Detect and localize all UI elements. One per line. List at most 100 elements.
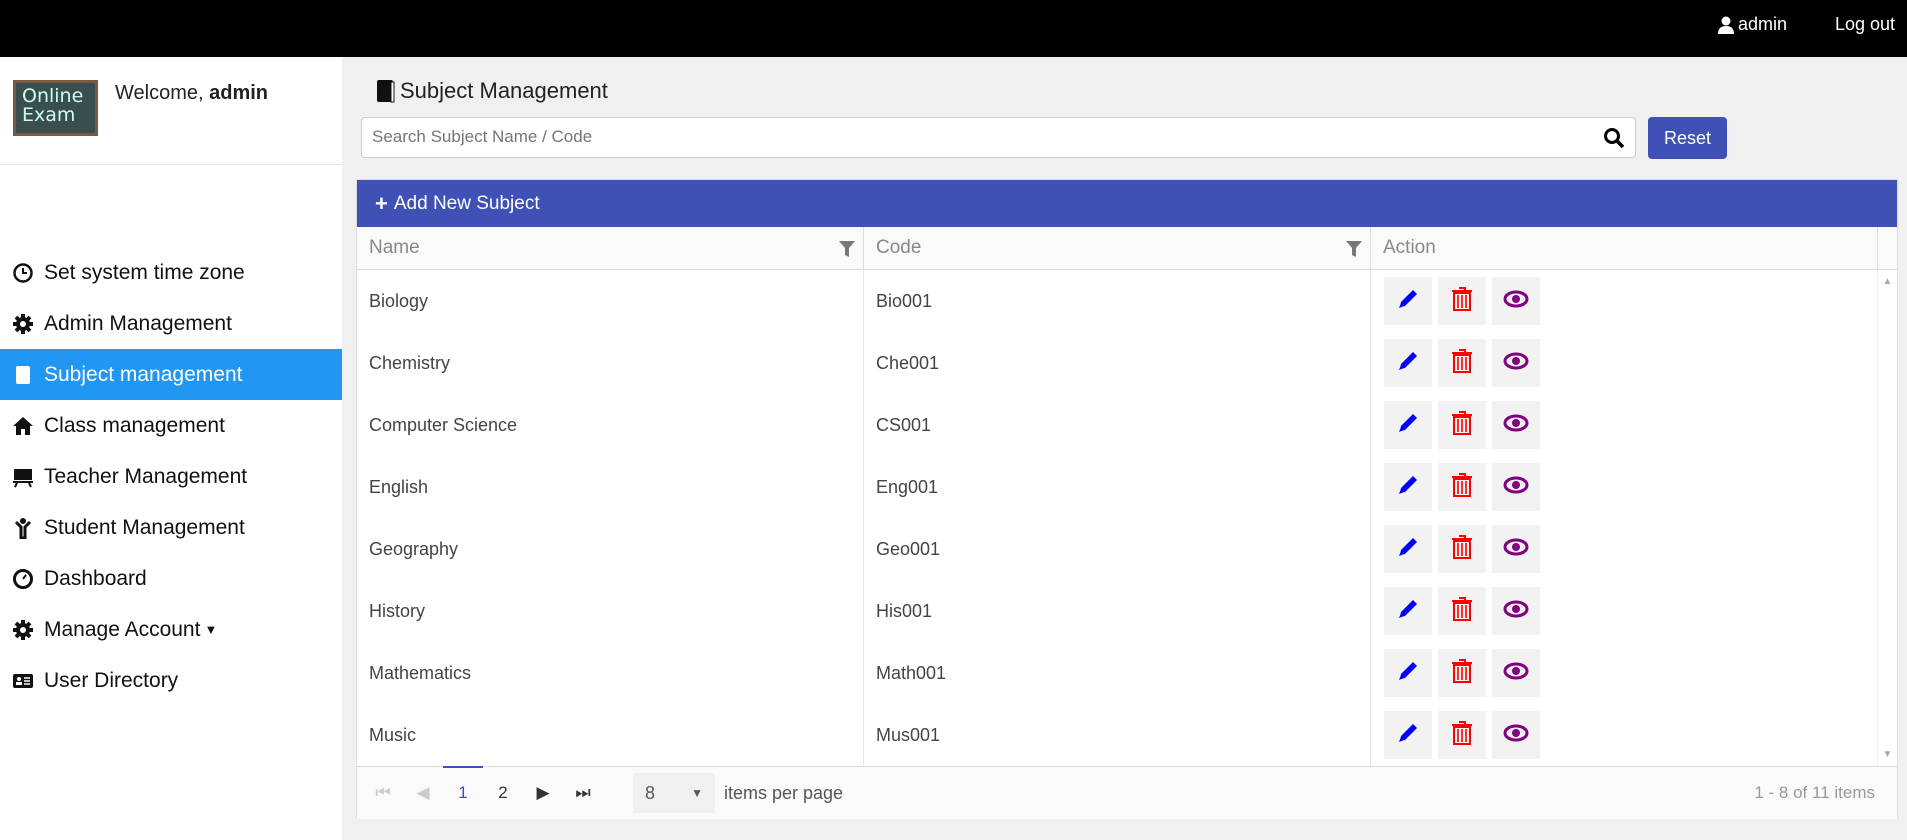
- view-button[interactable]: [1492, 401, 1540, 449]
- sidebar-item-class[interactable]: Class management: [0, 400, 342, 451]
- first-page-button[interactable]: ⏮: [363, 783, 403, 803]
- page-1[interactable]: 1: [443, 766, 483, 803]
- view-button[interactable]: [1492, 711, 1540, 759]
- view-button[interactable]: [1492, 277, 1540, 325]
- sidebar-item-label: Class management: [44, 413, 225, 437]
- cell-code: CS001: [864, 394, 1371, 456]
- user-menu[interactable]: admin: [1717, 14, 1787, 35]
- view-button[interactable]: [1492, 339, 1540, 387]
- column-header-name[interactable]: Name: [357, 227, 864, 269]
- delete-button[interactable]: [1438, 277, 1486, 325]
- cell-action: [1371, 332, 1878, 394]
- welcome-user: admin: [209, 82, 269, 104]
- subject-grid: + Add New Subject Name Code Action Biolog…: [356, 179, 1898, 819]
- edit-button[interactable]: [1384, 401, 1432, 449]
- filter-icon[interactable]: [1346, 240, 1362, 258]
- delete-button[interactable]: [1438, 339, 1486, 387]
- delete-button[interactable]: [1438, 401, 1486, 449]
- view-button[interactable]: [1492, 587, 1540, 635]
- sidebar-item-admin[interactable]: Admin Management: [0, 298, 342, 349]
- eye-icon: [1503, 537, 1529, 562]
- table-row: History His001: [357, 580, 1897, 642]
- column-label: Action: [1383, 237, 1436, 258]
- eye-icon: [1503, 599, 1529, 624]
- edit-button[interactable]: [1384, 649, 1432, 697]
- view-button[interactable]: [1492, 649, 1540, 697]
- cell-code: Eng001: [864, 456, 1371, 518]
- trash-icon: [1451, 286, 1473, 317]
- cell-action: [1371, 270, 1878, 332]
- eye-icon: [1503, 289, 1529, 314]
- sidebar-item-time-zone[interactable]: Set system time zone: [0, 247, 342, 298]
- last-page-button[interactable]: ⏭: [563, 783, 603, 803]
- cell-action: [1371, 580, 1878, 642]
- next-page-button[interactable]: ▶: [523, 783, 563, 803]
- chevron-down-icon: ▼: [691, 786, 703, 800]
- child-icon: [14, 517, 32, 539]
- delete-button[interactable]: [1438, 525, 1486, 573]
- delete-button[interactable]: [1438, 649, 1486, 697]
- search-input[interactable]: [362, 118, 1582, 156]
- cell-code: Math001: [864, 642, 1371, 704]
- page-size-value: 8: [645, 782, 656, 803]
- pager-info: 1 - 8 of 11 items: [1754, 783, 1875, 802]
- plus-icon: +: [375, 190, 388, 216]
- welcome-text: Welcome, admin: [115, 82, 268, 105]
- reset-button[interactable]: Reset: [1648, 117, 1727, 159]
- edit-button[interactable]: [1384, 463, 1432, 511]
- add-subject-button[interactable]: + Add New Subject: [357, 180, 1897, 227]
- edit-button[interactable]: [1384, 587, 1432, 635]
- trash-icon: [1451, 720, 1473, 751]
- sidebar-item-dashboard[interactable]: Dashboard: [0, 553, 342, 604]
- table-row: Chemistry Che001: [357, 332, 1897, 394]
- sidebar-item-label: User Directory: [44, 668, 179, 692]
- column-header-code[interactable]: Code: [864, 227, 1371, 269]
- edit-button[interactable]: [1384, 525, 1432, 573]
- view-button[interactable]: [1492, 463, 1540, 511]
- edit-button[interactable]: [1384, 711, 1432, 759]
- prev-page-button[interactable]: ◀: [403, 783, 443, 803]
- sidebar-item-student[interactable]: Student Management: [0, 502, 342, 553]
- filter-icon[interactable]: [839, 240, 855, 258]
- table-row: Mathematics Math001: [357, 642, 1897, 704]
- table-header: Name Code Action: [357, 227, 1897, 270]
- view-button[interactable]: [1492, 525, 1540, 573]
- edit-button[interactable]: [1384, 339, 1432, 387]
- delete-button[interactable]: [1438, 587, 1486, 635]
- logout-link[interactable]: Log out: [1835, 14, 1895, 35]
- table-row: Music Mus001: [357, 704, 1897, 766]
- cell-action: [1371, 456, 1878, 518]
- pencil-icon: [1396, 535, 1420, 564]
- caret-down-icon: ▼: [204, 622, 218, 637]
- cell-name: Mathematics: [357, 642, 864, 704]
- page-title: Subject Management: [376, 78, 608, 104]
- trash-icon: [1451, 534, 1473, 565]
- trash-icon: [1451, 410, 1473, 441]
- user-icon: [1717, 16, 1734, 34]
- column-label: Name: [369, 237, 420, 258]
- table-row: Biology Bio001: [357, 270, 1897, 332]
- gear-icon: [13, 313, 33, 334]
- table-row: Geography Geo001: [357, 518, 1897, 580]
- edit-button[interactable]: [1384, 277, 1432, 325]
- search-box: [361, 117, 1636, 158]
- search-icon[interactable]: [1603, 127, 1625, 149]
- sidebar-item-subject[interactable]: Subject management: [0, 349, 342, 400]
- sidebar-nav: Set system time zone Admin Management Su…: [0, 247, 342, 706]
- sidebar-item-teacher[interactable]: Teacher Management: [0, 451, 342, 502]
- cell-action: [1371, 704, 1878, 766]
- sidebar-item-manage-account[interactable]: Manage Account ▼: [0, 604, 342, 655]
- delete-button[interactable]: [1438, 711, 1486, 759]
- sidebar-item-user-directory[interactable]: User Directory: [0, 655, 342, 706]
- page-size-select[interactable]: 8 ▼: [633, 773, 715, 813]
- delete-button[interactable]: [1438, 463, 1486, 511]
- column-header-action: Action: [1371, 227, 1878, 269]
- page-2[interactable]: 2: [483, 783, 523, 803]
- table-row: English Eng001: [357, 456, 1897, 518]
- sidebar: Online Exam Welcome, admin Set system ti…: [0, 57, 342, 840]
- pencil-icon: [1396, 349, 1420, 378]
- divider: [0, 164, 342, 165]
- pencil-icon: [1396, 659, 1420, 688]
- vertical-scrollbar[interactable]: ▲ ▼: [1877, 270, 1897, 766]
- cell-name: Chemistry: [357, 332, 864, 394]
